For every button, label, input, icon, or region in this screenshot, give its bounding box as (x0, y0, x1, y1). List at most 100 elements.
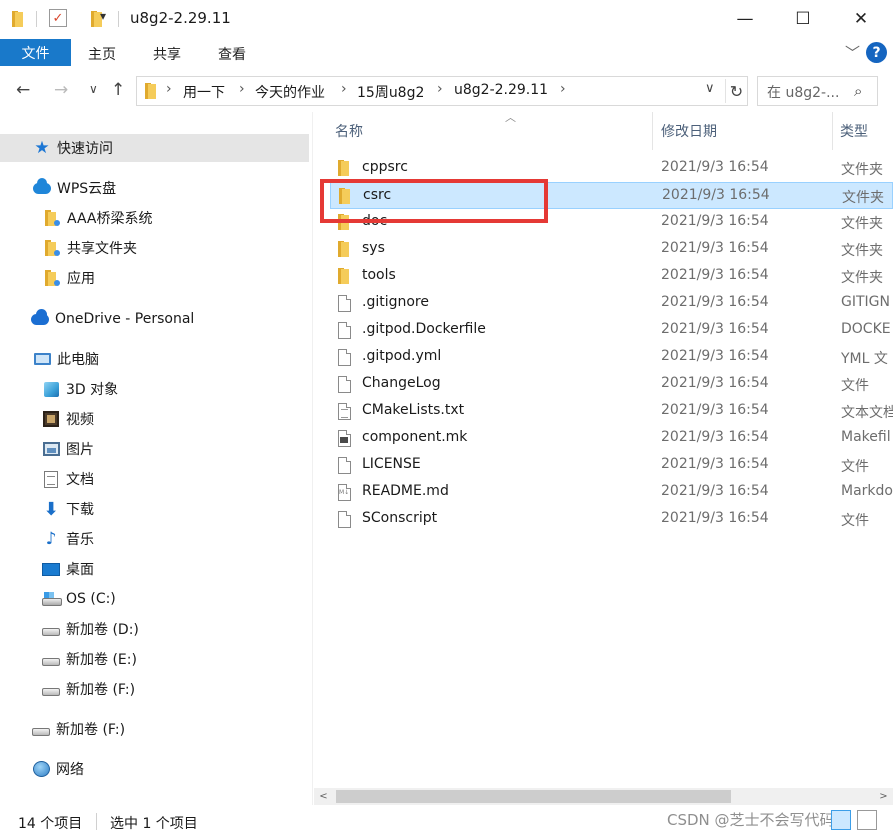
file-name: CMakeLists.txt (362, 402, 465, 418)
tab-file[interactable]: 文件 (0, 39, 71, 66)
folder-icon (12, 11, 23, 27)
folder-icon (43, 239, 61, 257)
column-divider[interactable] (832, 112, 833, 150)
search-input[interactable]: 在 u8g2-... ⌕ (757, 76, 878, 106)
music-icon: ♪ (45, 529, 57, 549)
recent-locations-button[interactable]: ∨ (89, 82, 98, 96)
tab-view[interactable]: 查看 (218, 44, 246, 64)
file-list: 名称 ︿ 修改日期 类型 cppsrc 2021/9/3 16:54 文件夹 csrc… (314, 112, 893, 788)
sidebar-item-music[interactable]: ♪ 音乐 (42, 525, 94, 553)
back-button[interactable]: ← (16, 80, 30, 100)
sidebar-item-pictures[interactable]: 图片 (42, 435, 94, 463)
breadcrumb-separator[interactable]: › (166, 81, 172, 97)
scroll-left-button[interactable]: < (315, 789, 332, 804)
file-icon (338, 376, 351, 397)
customize-toolbar-icon[interactable]: ▾ (100, 9, 106, 23)
file-name: SConscript (362, 510, 438, 526)
sidebar-item-drive-d[interactable]: 新加卷 (D:) (42, 615, 139, 643)
navigation-bar: ← → ∨ ↑ › 用一下 › 今天的作业 › 15周u8g2 › u8g2-2… (0, 70, 893, 112)
column-header-name[interactable]: 名称 ︿ (335, 112, 635, 150)
file-row[interactable]: tools 2021/9/3 16:54 文件夹 (330, 263, 893, 290)
file-name: cppsrc (362, 159, 408, 175)
sidebar-item-network[interactable]: 网络 (32, 755, 84, 783)
file-type: YML 文 (841, 351, 888, 367)
file-row[interactable]: component.mk 2021/9/3 16:54 Makefil (330, 425, 893, 452)
sidebar-item-aaa[interactable]: AAA桥梁系统 (43, 204, 153, 232)
sidebar-item-label: OneDrive - Personal (55, 311, 195, 327)
file-date: 2021/9/3 16:54 (661, 402, 769, 418)
close-button[interactable]: ✕ (832, 0, 890, 38)
tab-home[interactable]: 主页 (88, 44, 116, 64)
sidebar-item-label: WPS云盘 (57, 181, 117, 197)
maximize-button[interactable]: ☐ (774, 0, 832, 38)
sidebar-item-drive-f[interactable]: 新加卷 (F:) (42, 675, 135, 703)
sidebar-item-downloads[interactable]: ⬇ 下载 (42, 495, 94, 523)
forward-button[interactable]: → (54, 80, 68, 100)
watermark: CSDN @芝士不会写代码 (667, 811, 835, 829)
file-row[interactable]: CMakeLists.txt 2021/9/3 16:54 文本文档 (330, 398, 893, 425)
breadcrumb-separator[interactable]: › (341, 81, 347, 97)
file-row[interactable]: cppsrc 2021/9/3 16:54 文件夹 (330, 155, 893, 182)
sidebar-item-wps-cloud[interactable]: WPS云盘 (33, 174, 116, 202)
refresh-button[interactable]: ↻ (725, 79, 747, 103)
sidebar-item-label: AAA桥梁系统 (67, 211, 153, 227)
help-icon[interactable]: ? (866, 42, 887, 63)
network-icon (32, 760, 50, 778)
column-divider[interactable] (652, 112, 653, 150)
address-bar[interactable]: › 用一下 › 今天的作业 › 15周u8g2 › u8g2-2.29.11 ›… (136, 76, 748, 106)
properties-icon[interactable]: ✓ (49, 9, 67, 27)
details-view-button[interactable] (831, 810, 851, 830)
file-row[interactable]: sys 2021/9/3 16:54 文件夹 (330, 236, 893, 263)
file-row[interactable]: ChangeLog 2021/9/3 16:54 文件 (330, 371, 893, 398)
search-icon[interactable]: ⌕ (854, 82, 862, 100)
sidebar-item-label: 图片 (66, 442, 94, 458)
sidebar-item-label: 新加卷 (F:) (66, 682, 136, 698)
file-row[interactable]: doc 2021/9/3 16:54 文件夹 (330, 209, 893, 236)
horizontal-scrollbar[interactable]: < > (314, 788, 893, 805)
minimize-button[interactable]: — (716, 0, 774, 38)
file-row[interactable]: .gitpod.Dockerfile 2021/9/3 16:54 DOCKE (330, 317, 893, 344)
breadcrumb-item[interactable]: 用一下 (183, 82, 225, 102)
large-icons-view-button[interactable] (857, 810, 877, 830)
scroll-right-button[interactable]: > (875, 789, 892, 804)
sidebar-item-shared-folder[interactable]: 共享文件夹 (43, 234, 137, 262)
sidebar-item-videos[interactable]: 视频 (42, 405, 94, 433)
breadcrumb-item[interactable]: u8g2-2.29.11 (454, 82, 548, 98)
file-row[interactable]: LICENSE 2021/9/3 16:54 文件 (330, 452, 893, 479)
address-dropdown-icon[interactable]: ∨ (705, 81, 715, 96)
sidebar-item-drive-c[interactable]: OS (C:) (42, 585, 116, 613)
sidebar-item-3d-objects[interactable]: 3D 对象 (42, 375, 118, 403)
up-button[interactable]: ↑ (111, 80, 125, 100)
sidebar-item-onedrive[interactable]: OneDrive - Personal (31, 305, 194, 333)
breadcrumb-item[interactable]: 今天的作业 (255, 82, 325, 102)
sidebar-item-label: OS (C:) (66, 591, 116, 607)
file-row[interactable]: .gitignore 2021/9/3 16:54 GITIGN (330, 290, 893, 317)
pane-divider[interactable] (312, 112, 313, 805)
column-header-date[interactable]: 修改日期 (661, 112, 717, 150)
sidebar-item-desktop[interactable]: 桌面 (42, 555, 94, 583)
file-icon (338, 295, 351, 316)
sidebar-item-drive-f-root[interactable]: 新加卷 (F:) (32, 715, 125, 743)
breadcrumb-item[interactable]: 15周u8g2 (357, 82, 424, 102)
file-row[interactable]: .gitpod.yml 2021/9/3 16:54 YML 文 (330, 344, 893, 371)
file-date: 2021/9/3 16:54 (661, 294, 769, 310)
drive-icon (32, 720, 50, 738)
file-row[interactable]: csrc 2021/9/3 16:54 文件夹 (330, 182, 893, 209)
folder-icon (145, 83, 156, 99)
breadcrumb-separator[interactable]: › (437, 81, 443, 97)
scrollbar-thumb[interactable] (336, 790, 731, 803)
sidebar-item-apps[interactable]: 应用 (43, 264, 95, 292)
expand-ribbon-icon[interactable]: ﹀ (845, 42, 860, 63)
file-type: 文件夹 (842, 190, 884, 206)
sidebar-item-drive-e[interactable]: 新加卷 (E:) (42, 645, 137, 673)
column-header-type[interactable]: 类型 (840, 112, 868, 150)
sidebar-item-this-pc[interactable]: 此电脑 (33, 345, 99, 373)
breadcrumb-separator[interactable]: › (239, 81, 245, 97)
tab-share[interactable]: 共享 (153, 44, 181, 64)
sidebar-item-quick-access[interactable]: ★ 快速访问 (0, 134, 309, 162)
breadcrumb-separator[interactable]: › (560, 81, 566, 97)
file-row[interactable]: SConscript 2021/9/3 16:54 文件 (330, 506, 893, 533)
sidebar-item-label: 下载 (66, 502, 94, 518)
file-row[interactable]: README.md 2021/9/3 16:54 Markdo (330, 479, 893, 506)
sidebar-item-documents[interactable]: 文档 (42, 465, 94, 493)
